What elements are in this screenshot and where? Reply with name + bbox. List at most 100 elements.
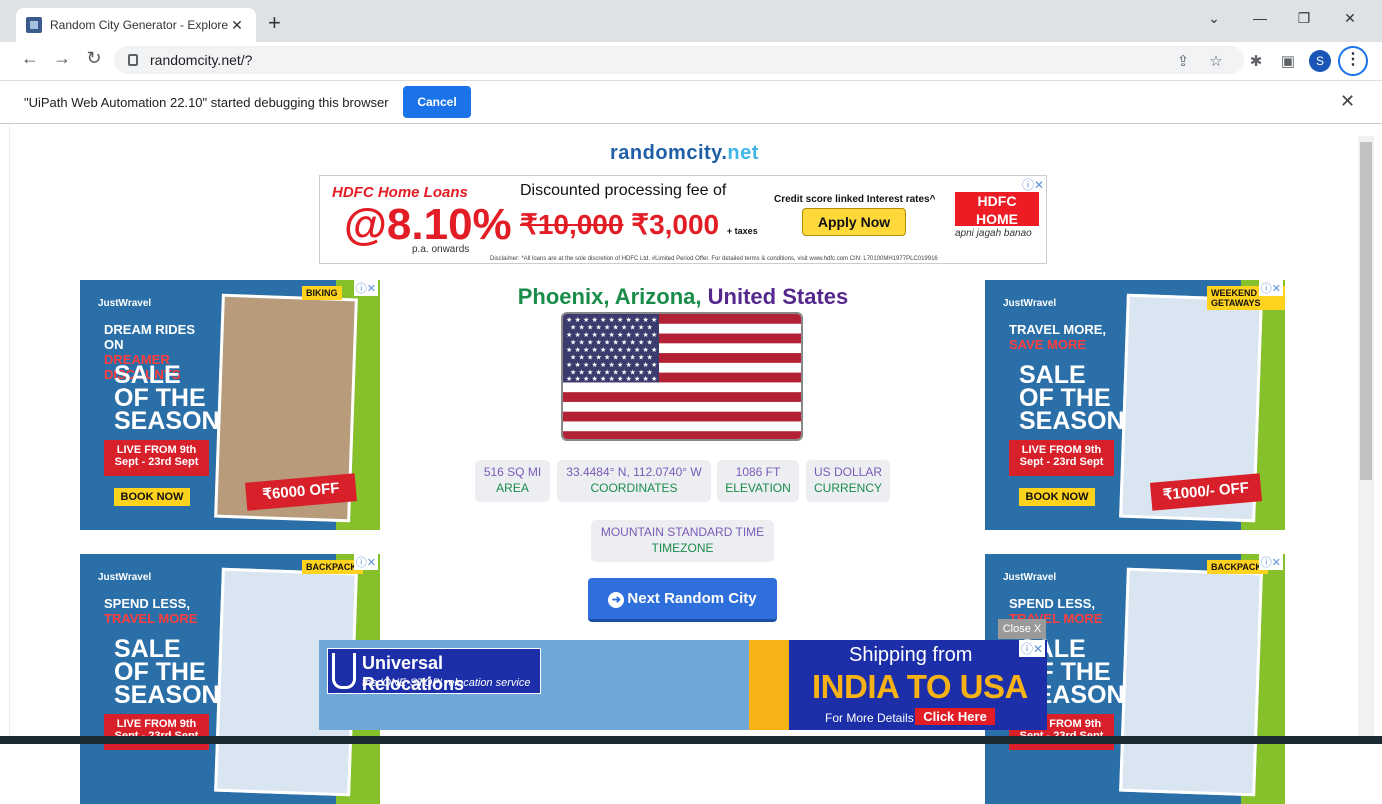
stat-label: TIMEZONE (651, 541, 714, 555)
browser-menu-icon[interactable]: ⋮ (1338, 46, 1368, 76)
next-random-city-button[interactable]: ➜ Next Random City (588, 578, 777, 622)
ad-rate: @8.10% (344, 200, 512, 249)
stat-value: US DOLLAR (813, 465, 883, 479)
city-title: Phoenix, Arizona, United States (383, 284, 983, 310)
tab-search-icon[interactable]: ⌄ (1194, 10, 1234, 27)
ad-tagline: the 'ONE-STOP' relocation service (362, 677, 531, 689)
ad-brand: JustWravel (98, 572, 152, 583)
stat-label: COORDINATES (590, 481, 678, 495)
page-scrollbar[interactable] (1358, 136, 1374, 736)
share-icon[interactable]: ⇪ (1172, 52, 1194, 70)
new-tab-button[interactable]: + (268, 12, 281, 34)
ad-dates: LIVE FROM 9th Sept - 23rd Sept (104, 440, 209, 476)
tab-strip: Random City Generator - Explore ✕ + ⌄ — … (0, 0, 1382, 42)
ad-old-fee: ₹10,000 (520, 209, 624, 240)
chevron-decor (749, 640, 789, 730)
stat-value: 516 SQ MI (483, 465, 542, 479)
close-ad-button[interactable]: Close X (998, 619, 1046, 639)
stat-currency: US DOLLAR CURRENCY (806, 460, 890, 502)
ad-choices-icon[interactable]: ⓘ✕ (353, 280, 378, 296)
arrow-right-circle-icon: ➜ (608, 592, 625, 608)
universal-logo: Universal Relocations the 'ONE-STOP' rel… (327, 648, 541, 694)
url-text: randomcity.net/? (150, 52, 253, 68)
extensions-icon[interactable]: ✱ (1245, 52, 1267, 70)
svg-text:★ ★ ★ ★ ★ ★ ★ ★ ★ ★ ★: ★ ★ ★ ★ ★ ★ ★ ★ ★ ★ ★ (566, 375, 657, 383)
ad-rate-panel: HDFC Home Loans @8.10% p.a. onwards (320, 176, 512, 263)
ad-line-2: INDIA TO USA (812, 668, 1028, 705)
ad-photo-group (1119, 567, 1263, 797)
stat-area: 516 SQ MI AREA (475, 460, 550, 502)
minimize-button[interactable]: — (1240, 10, 1280, 26)
country-name: United States (707, 284, 849, 309)
bottom-sticky-ad[interactable]: Universal Relocations the 'ONE-STOP' rel… (319, 640, 1047, 730)
ad-fees: ₹10,000 ₹3,000 + taxes (520, 208, 758, 241)
ad-brand: HDFC Home Loans (332, 184, 468, 201)
ad-apply-button[interactable]: Apply Now (802, 208, 906, 236)
logo-ext-text: net (727, 142, 759, 164)
us-flag-icon: ★ ★ ★ ★ ★ ★ ★ ★ ★ ★ ★ ★ ★ ★ ★ ★ ★ ★ ★ ★ … (563, 314, 801, 439)
maximize-button[interactable]: ❐ (1284, 10, 1324, 27)
ad-dates: LIVE FROM 9th Sept - 23rd Sept (104, 714, 209, 750)
cancel-debug-button[interactable]: Cancel (403, 86, 471, 118)
ad-choices-icon[interactable]: ⓘ✕ (1258, 280, 1283, 296)
stat-elevation: 1086 FT ELEVATION (717, 460, 799, 502)
infobar-message: "UiPath Web Automation 22.10" started de… (24, 95, 389, 110)
back-icon[interactable]: ← (16, 48, 44, 69)
site-favicon-icon (26, 17, 42, 33)
ad-choices-icon[interactable]: ⓘ✕ (1258, 554, 1283, 570)
forward-icon[interactable]: → (48, 48, 76, 69)
profile-avatar[interactable]: S (1309, 50, 1331, 72)
ad-heading-1: TRAVEL MORE, (1009, 322, 1107, 337)
infobar-close-icon[interactable]: ✕ (1340, 91, 1355, 112)
ad-sale: SALE OF THE SEASON (1019, 361, 1125, 435)
bookmark-star-icon[interactable]: ☆ (1205, 52, 1227, 70)
tab-title: Random City Generator - Explore (50, 18, 228, 32)
tab-random-city[interactable]: Random City Generator - Explore ✕ (16, 8, 256, 42)
state-name: Arizona, (614, 284, 702, 309)
stat-coordinates: 33.4484° N, 112.0740° W COORDINATES (557, 460, 711, 502)
ad-brand: JustWravel (98, 298, 152, 309)
ad-pa: p.a. onwards (412, 244, 470, 255)
ad-brand: JustWravel (1003, 572, 1057, 583)
tab-close-icon[interactable]: ✕ (228, 17, 246, 34)
stat-value: 33.4484° N, 112.0740° W (566, 465, 702, 479)
ad-headline: Discounted processing fee of (520, 182, 727, 199)
ad-choices-icon[interactable]: ⓘ✕ (1022, 176, 1044, 193)
ad-flag: BIKING (302, 286, 342, 300)
ad-credit: Credit score linked Interest rates^ (774, 194, 936, 205)
ad-new-fee: ₹3,000 (631, 209, 720, 240)
ad-disclaimer: Disclaimer: *All loans are at the sole d… (490, 256, 938, 262)
ad-click-here-button[interactable]: Click Here (915, 708, 995, 725)
ad-taxes: + taxes (726, 226, 758, 236)
ad-heading-2: SAVE MORE (1009, 337, 1087, 352)
ad-brand: JustWravel (1003, 298, 1057, 309)
stat-label: AREA (496, 481, 529, 495)
close-window-button[interactable]: ✕ (1330, 10, 1370, 27)
ad-choices-icon[interactable]: ⓘ✕ (353, 554, 378, 570)
ad-heading: SPEND LESS, TRAVEL MORE (104, 596, 214, 626)
hdfc-logo: HDFC HOME LOANS (955, 192, 1039, 245)
city-name: Phoenix, (517, 284, 610, 309)
ad-book-button[interactable]: BOOK NOW (1019, 488, 1095, 506)
side-ad-right-top[interactable]: JustWravel TRAVEL MORE, SAVE MORE SALE OF… (985, 280, 1285, 530)
ad-choices-icon[interactable]: ⓘ✕ (1018, 640, 1045, 657)
reload-icon[interactable]: ↻ (80, 48, 108, 69)
ad-book-button[interactable]: BOOK NOW (114, 488, 190, 506)
scrollbar-thumb[interactable] (1360, 142, 1372, 480)
os-taskbar (0, 736, 1382, 744)
ad-line-3: For More Details (825, 711, 914, 725)
site-logo[interactable]: randomcity.net (610, 142, 759, 165)
ad-heading-2: TRAVEL MORE (104, 611, 198, 626)
side-panel-icon[interactable]: ▣ (1277, 52, 1299, 70)
stat-value: MOUNTAIN STANDARD TIME (600, 525, 765, 539)
country-flag: ★ ★ ★ ★ ★ ★ ★ ★ ★ ★ ★ ★ ★ ★ ★ ★ ★ ★ ★ ★ … (561, 312, 803, 441)
browser-toolbar: ← → ↻ randomcity.net/? ⇪ ☆ ✱ ▣ (0, 42, 1382, 78)
address-bar[interactable]: randomcity.net/? (114, 46, 1244, 74)
top-banner-ad[interactable]: HDFC Home Loans @8.10% p.a. onwards Disc… (319, 175, 1047, 264)
stat-label: CURRENCY (813, 481, 882, 495)
lock-icon[interactable] (128, 54, 138, 66)
side-ad-left-top[interactable]: JustWravel DREAM RIDES ON DREAMER DISCOUN… (80, 280, 380, 530)
logo-main-text: randomcity. (610, 142, 728, 164)
debug-infobar: "UiPath Web Automation 22.10" started de… (0, 80, 1382, 124)
ad-heading-1: DREAM RIDES ON (104, 322, 196, 352)
